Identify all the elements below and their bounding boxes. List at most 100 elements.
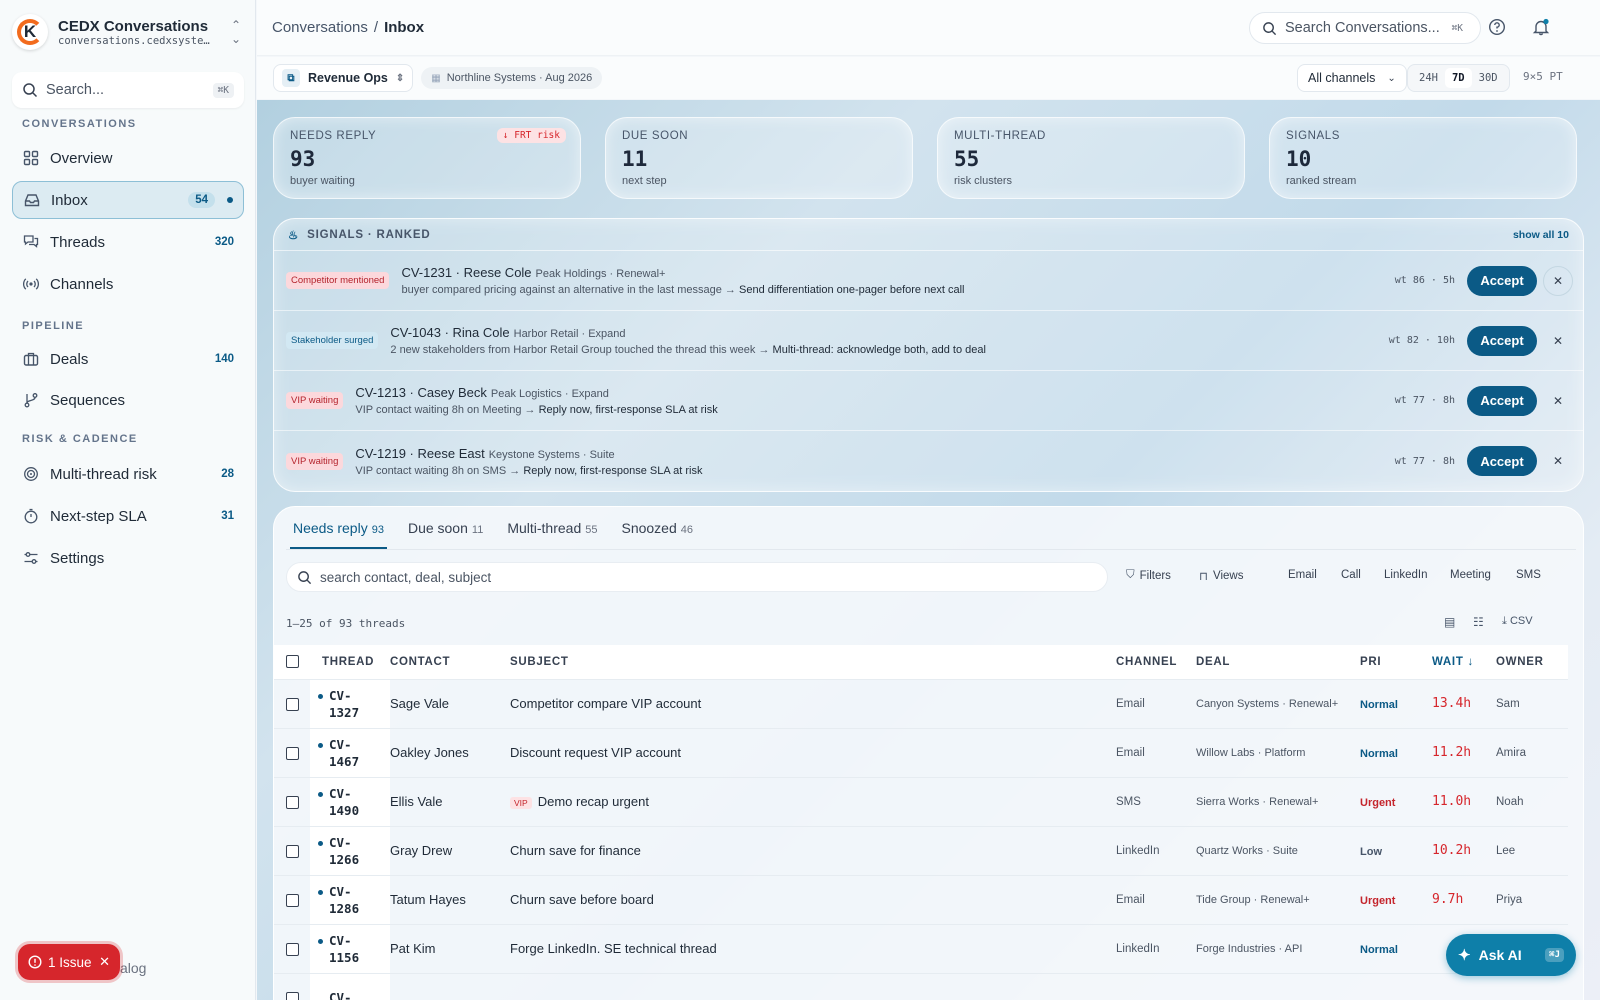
issue-badge[interactable]: 1 Issue ✕ [18,944,120,980]
thread-id[interactable]: CV- 1467 [310,728,390,777]
kpi-multi-thread[interactable]: MULTI-THREAD 55 risk clusters [937,117,1245,199]
ask-ai-button[interactable]: ✦ Ask AI ⌘J [1446,934,1576,976]
sidebar-item-deals[interactable]: Deals 140 [12,340,244,378]
sidebar-item-channels[interactable]: Channels [12,265,244,303]
bell-icon[interactable] [1530,16,1552,38]
table-row[interactable]: CV- 1490 Ellis Vale VIP Demo recap urgent … [274,777,1568,826]
team-switcher[interactable]: ⧉ Revenue Ops ⇕ [273,64,414,92]
accept-button[interactable]: Accept [1467,446,1537,476]
thread-id[interactable]: CV- 1286 [310,875,390,924]
close-icon[interactable]: ✕ [1543,386,1573,416]
channel-chip-meeting[interactable]: Meeting [1450,569,1491,581]
col-thread[interactable]: THREAD [310,645,390,679]
breadcrumb-separator: / [373,19,379,36]
accept-button[interactable]: Accept [1467,325,1537,356]
row-checkbox[interactable] [286,943,299,957]
tab-snoozed[interactable]: Snoozed 46 [618,515,696,549]
sidebar-item-settings[interactable]: Settings [12,539,244,577]
col-pri[interactable]: PRI [1360,645,1432,679]
deal[interactable]: Tide Group · Renewal+ [1196,875,1360,924]
channel-chip-email[interactable]: Email [1288,569,1317,581]
deal[interactable]: Sierra Works · Renewal+ [1196,777,1360,826]
sidebar-item-next-step-sla[interactable]: Next-step SLA 31 [12,497,244,535]
kpi-signals[interactable]: SIGNALS 10 ranked stream [1269,117,1577,199]
table-row[interactable]: CV- 1467 Oakley Jones Discount request VI… [274,728,1568,777]
thread-id[interactable]: CV- 1490 [310,777,390,826]
col-subject[interactable]: SUBJECT [510,645,1116,679]
channel-chip-linkedin[interactable]: LinkedIn [1384,569,1427,581]
signal-title[interactable]: CV-1219 · Reese East [355,446,484,461]
priority: Normal [1360,944,1398,956]
sidebar-item-sequences[interactable]: Sequences [12,381,244,419]
tab-needs-reply[interactable]: Needs reply 93 [290,515,387,549]
thread-id[interactable]: CV- 1266 [310,826,390,875]
table-row[interactable]: CV- 1266 Gray Drew Churn save for finance… [274,826,1568,875]
row-checkbox[interactable] [286,796,299,810]
table-row[interactable]: CV- 1286 Tatum Hayes Churn save before bo… [274,875,1568,924]
filters-button[interactable]: ⛉ Filters [1126,569,1171,582]
kpi-subtitle: risk clusters [954,175,1013,187]
export-csv-button[interactable]: ⤓ CSV [1502,615,1533,628]
close-icon[interactable]: ✕ [1543,265,1573,296]
signal-weight: wt 77 · 8h [1394,395,1455,406]
workspace-switcher[interactable]: K CEDX Conversations conversations.cedxs… [12,10,244,54]
sidebar-search[interactable]: Search... ⌘K [12,72,244,108]
sidebar-item-overview[interactable]: Overview [12,139,244,177]
global-search-shortcut: ⌘K [1446,20,1468,36]
kpi-needs-reply[interactable]: NEEDS REPLY 93 buyer waiting ↓ FRT risk [273,117,581,199]
range-30d[interactable]: 30D [1472,72,1505,84]
columns-settings-icon[interactable]: ☷ [1473,615,1484,629]
col-wait[interactable]: WAIT ↓ [1432,645,1496,679]
views-button[interactable]: ⊓ Views [1199,569,1243,583]
row-checkbox[interactable] [286,992,299,1000]
range-7d[interactable]: 7D [1444,68,1472,88]
accept-button[interactable]: Accept [1467,385,1537,416]
thread-id[interactable]: CV- 1327 [310,679,390,728]
channel-filter[interactable]: All channels ⌄ [1297,64,1407,92]
deal[interactable]: Quartz Works · Suite [1196,826,1360,875]
col-channel[interactable]: CHANNEL [1116,645,1196,679]
context-bar: ⧉ Revenue Ops ⇕ ▦ Northline Systems · Au… [257,57,1600,99]
col-deal[interactable]: DEAL [1196,645,1360,679]
channel-chip-call[interactable]: Call [1341,569,1361,581]
table-row[interactable]: CV- 1156 Pat Kim Forge LinkedIn. SE techn… [274,924,1568,973]
density-icon[interactable]: ▤ [1444,615,1455,629]
thread-id[interactable]: CV- [310,973,390,1000]
sidebar-item-multi-thread-risk[interactable]: Multi-thread risk 28 [12,455,244,493]
tab-multi-thread[interactable]: Multi-thread 55 [504,515,600,549]
deal[interactable]: Canyon Systems · Renewal+ [1196,679,1360,728]
table-row[interactable]: CV- [274,973,1568,1000]
breadcrumb-item[interactable]: Conversations [272,19,368,36]
sidebar-item-inbox[interactable]: Inbox 54 [12,181,244,219]
tab-due-soon[interactable]: Due soon 11 [405,515,486,549]
catalog-link[interactable]: alog [120,960,146,976]
row-checkbox[interactable] [286,894,299,908]
deal[interactable]: Forge Industries · API [1196,924,1360,973]
col-owner[interactable]: OWNER [1496,645,1568,679]
close-icon[interactable]: ✕ [1543,326,1573,356]
row-checkbox[interactable] [286,747,299,761]
select-all-checkbox[interactable] [286,655,299,669]
row-checkbox[interactable] [286,845,299,859]
col-contact[interactable]: CONTACT [390,645,510,679]
close-icon[interactable]: ✕ [1543,446,1573,476]
signal-title[interactable]: CV-1231 · Reese Cole [401,265,531,280]
thread-id[interactable]: CV- 1156 [310,924,390,973]
show-all-link[interactable]: show all 10 [1513,229,1569,241]
accept-button[interactable]: Accept [1467,265,1537,296]
main-content: NEEDS REPLY 93 buyer waiting ↓ FRT risk … [257,100,1600,1000]
signal-title[interactable]: CV-1213 · Casey Beck [355,385,487,400]
kpi-due-soon[interactable]: DUE SOON 11 next step [605,117,913,199]
global-search[interactable]: Search Conversations... ⌘K [1249,12,1481,44]
range-24h[interactable]: 24H [1412,72,1445,84]
thread-search-input[interactable]: search contact, deal, subject [286,562,1108,592]
sidebar-item-threads[interactable]: Threads 320 [12,223,244,261]
threads-icon [22,233,40,251]
row-checkbox[interactable] [286,698,299,712]
signal-title[interactable]: CV-1043 · Rina Cole [390,325,509,340]
table-row[interactable]: CV- 1327 Sage Vale Competitor compare VIP… [274,679,1568,728]
close-icon[interactable]: ✕ [99,954,110,970]
channel-chip-sms[interactable]: SMS [1516,569,1541,581]
help-icon[interactable] [1486,16,1508,38]
deal[interactable]: Willow Labs · Platform [1196,728,1360,777]
